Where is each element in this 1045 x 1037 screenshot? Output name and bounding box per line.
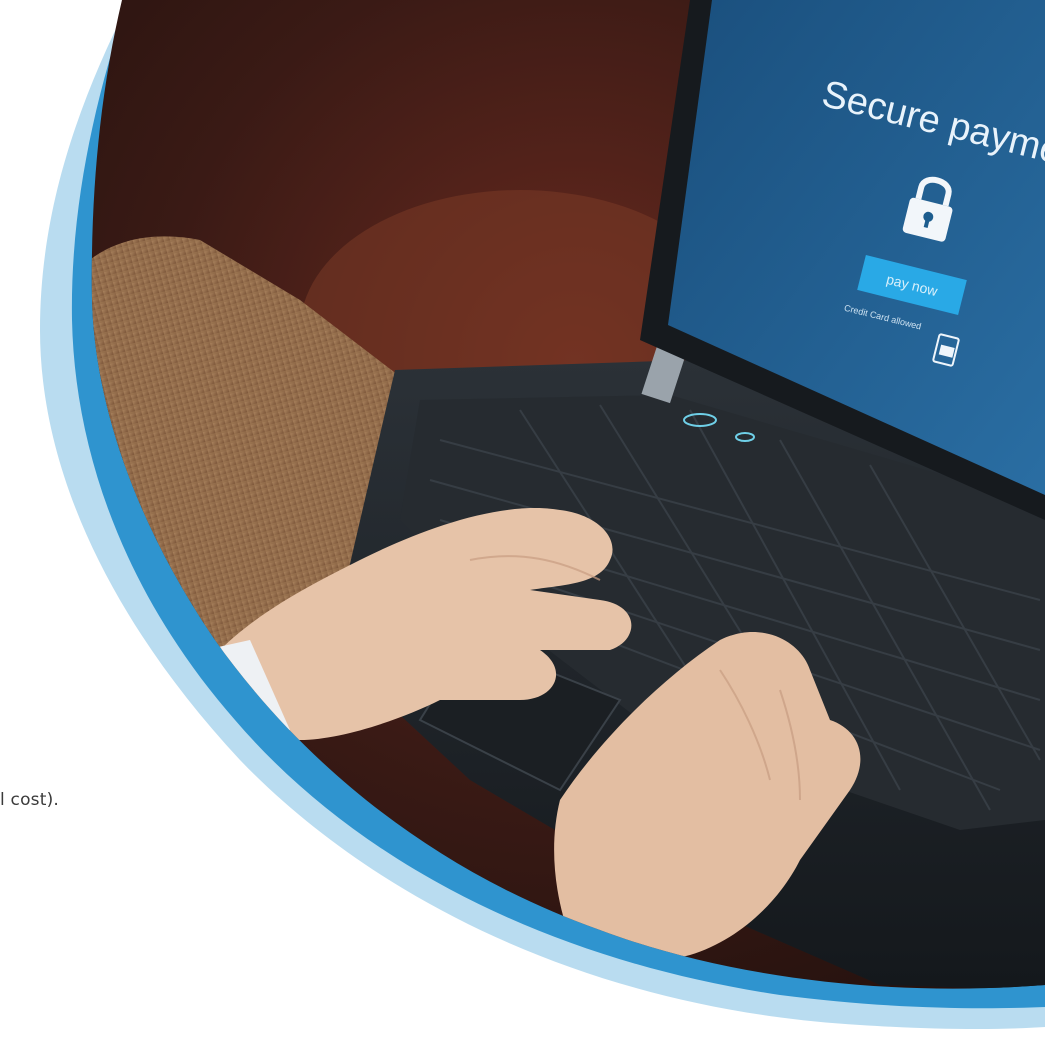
page: l cost). Secure paymen pay now Credit Ca… [0,0,1045,1037]
photo-laptop-payment [91,0,1045,989]
hero-photo-circle: Secure paymen pay now Credit Card allowe… [40,0,1045,1037]
